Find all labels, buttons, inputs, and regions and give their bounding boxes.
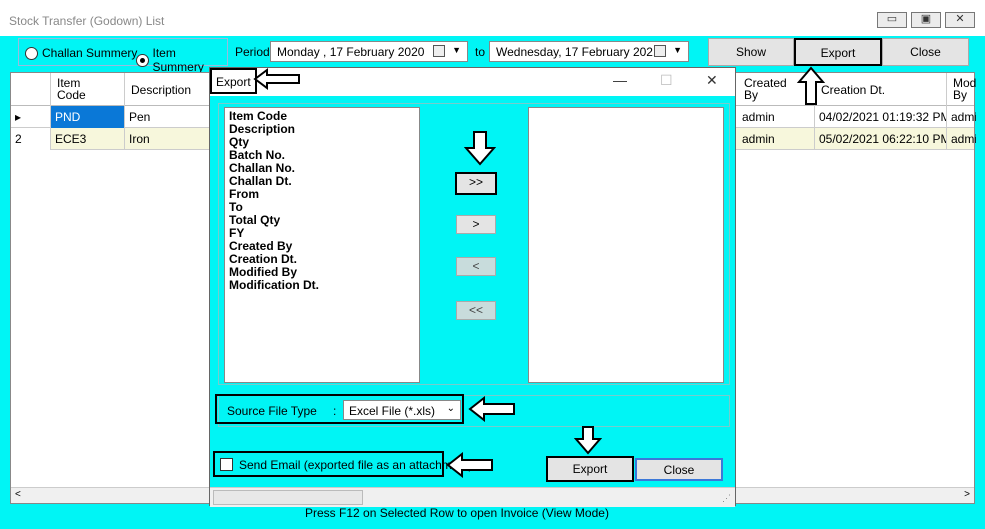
source-file-type-highlight: Source File Type : Excel File (*.xls) ⌄ xyxy=(215,394,464,424)
dialog-export-button[interactable]: Export xyxy=(546,456,634,482)
chevron-down-icon: ▼ xyxy=(452,45,461,55)
chevron-down-icon: ⌄ xyxy=(446,403,455,414)
available-fields: Item Code Description Qty Batch No. Challan … xyxy=(225,108,419,292)
summary-type-group: Challan Summery Item Summery xyxy=(18,38,228,74)
scroll-left-icon[interactable]: < xyxy=(15,489,21,500)
footer-hint: Press F12 on Selected Row to open Invoic… xyxy=(305,506,609,520)
column-header-description[interactable]: Description xyxy=(125,73,215,106)
move-left-button[interactable]: < xyxy=(456,257,496,276)
column-header-modified-by[interactable]: Mod By xyxy=(947,73,976,106)
arrow-down-icon xyxy=(464,131,496,166)
source-file-type-label: Source File Type xyxy=(227,404,317,418)
period-label: Period xyxy=(235,45,270,59)
to-date-picker[interactable]: Wednesday, 17 February 2021 ▼ xyxy=(489,41,689,62)
dialog-close-icon[interactable]: ✕ xyxy=(706,72,718,89)
arrow-left-icon xyxy=(446,452,493,478)
list-item[interactable]: Description xyxy=(225,123,419,136)
arrow-left-icon xyxy=(253,68,300,90)
cell-modified-by[interactable]: admin xyxy=(947,106,976,128)
cell-item-code[interactable]: PND xyxy=(51,106,125,128)
source-colon: : xyxy=(333,404,337,418)
arrow-down-icon xyxy=(574,426,602,455)
arrow-up-icon xyxy=(796,66,826,105)
maximize-icon: ▣ xyxy=(920,13,932,25)
resize-grip-icon[interactable]: ⋰ xyxy=(722,493,731,504)
close-icon: ✕ xyxy=(955,13,965,25)
move-right-button[interactable]: > xyxy=(456,215,496,234)
dialog-title: Export xyxy=(210,68,257,94)
source-file-type-select[interactable]: Excel File (*.xls) ⌄ xyxy=(343,400,461,420)
calendar-icon xyxy=(654,45,666,57)
dialog-maximize-icon[interactable]: ☐ xyxy=(660,72,673,89)
dialog-close-button[interactable]: Close xyxy=(635,458,723,481)
close-button[interactable]: Close xyxy=(882,38,969,66)
selected-fields-list[interactable] xyxy=(528,107,724,383)
to-label: to xyxy=(475,45,486,59)
to-date-value: Wednesday, 17 February 2021 xyxy=(496,45,660,59)
status-pane xyxy=(213,490,363,505)
maximize-button[interactable]: ▣ xyxy=(911,12,941,28)
cell-created-by[interactable]: admin xyxy=(738,106,815,128)
from-date-picker[interactable]: Monday , 17 February 2020 ▼ xyxy=(270,41,468,62)
cell-description[interactable]: Pen xyxy=(125,106,215,128)
cell-modified-by[interactable]: admin xyxy=(947,128,976,150)
chevron-down-icon: ▼ xyxy=(673,45,682,55)
cell-creation-dt[interactable]: 04/02/2021 01:19:32 PM xyxy=(815,106,947,128)
dialog-minimize-icon[interactable]: — xyxy=(613,72,627,88)
cell-item-code[interactable]: ECE3 xyxy=(51,128,125,150)
scroll-right-icon[interactable]: > xyxy=(964,489,970,500)
calendar-icon xyxy=(433,45,445,57)
move-all-left-button[interactable]: << xyxy=(456,301,496,320)
window-title-bar: Stock Transfer (Godown) List ▭ ▣ ✕ xyxy=(0,0,985,36)
column-header-item-code[interactable]: Item Code xyxy=(51,73,125,106)
radio-challan-label: Challan Summery xyxy=(42,46,138,60)
export-button[interactable]: Export xyxy=(794,38,882,66)
send-email-checkbox[interactable] xyxy=(220,458,233,471)
from-date-value: Monday , 17 February 2020 xyxy=(277,45,425,59)
list-item[interactable]: Total Qty xyxy=(225,214,419,227)
radio-circle-icon xyxy=(25,46,38,60)
close-window-button[interactable]: ✕ xyxy=(945,12,975,28)
cell-description[interactable]: Iron xyxy=(125,128,215,150)
list-item[interactable]: Modification Dt. xyxy=(225,279,419,292)
move-all-right-button[interactable]: >> xyxy=(455,172,497,195)
list-item[interactable]: From xyxy=(225,188,419,201)
row-marker: 2 xyxy=(11,128,51,150)
column-header-creation-dt[interactable]: Creation Dt. xyxy=(815,73,947,106)
show-button[interactable]: Show xyxy=(708,38,794,66)
cell-creation-dt[interactable]: 05/02/2021 06:22:10 PM xyxy=(815,128,947,150)
minimize-icon: ▭ xyxy=(886,13,898,25)
available-fields-list[interactable]: Item Code Description Qty Batch No. Challan … xyxy=(224,107,420,383)
row-marker: ▸ xyxy=(11,106,51,128)
radio-selected-icon xyxy=(136,53,149,67)
radio-challan-summery[interactable]: Challan Summery xyxy=(25,46,137,60)
cell-created-by[interactable]: admin xyxy=(738,128,815,150)
window-title: Stock Transfer (Godown) List xyxy=(9,14,165,28)
minimize-button[interactable]: ▭ xyxy=(877,12,907,28)
send-email-highlight: Send Email (exported file as an attachme… xyxy=(213,451,472,477)
send-email-label: Send Email (exported file as an attachme… xyxy=(239,458,473,472)
source-file-type-value: Excel File (*.xls) xyxy=(349,404,436,418)
arrow-left-icon xyxy=(468,396,515,422)
dialog-status-bar: ⋰ xyxy=(210,487,735,507)
row-header-corner xyxy=(11,73,51,106)
